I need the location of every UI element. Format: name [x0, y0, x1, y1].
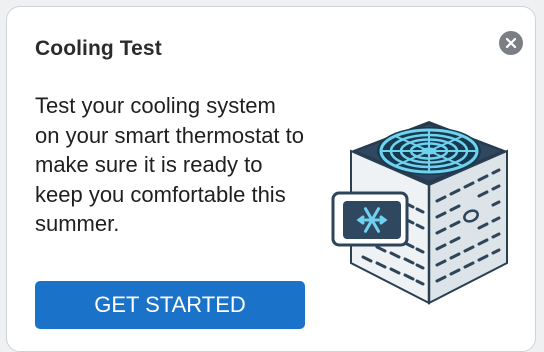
- ac-unit-icon: [331, 121, 508, 305]
- card-description: Test your cooling system on your smart t…: [35, 93, 304, 236]
- card-title: Cooling Test: [35, 37, 162, 60]
- close-button[interactable]: [499, 31, 523, 55]
- get-started-button[interactable]: GET STARTED: [35, 281, 305, 329]
- cooling-test-card: Cooling Test Test your cooling system on…: [6, 6, 536, 352]
- close-icon: [505, 37, 517, 49]
